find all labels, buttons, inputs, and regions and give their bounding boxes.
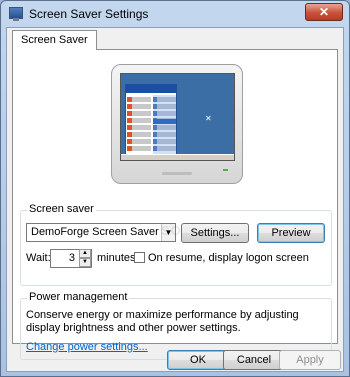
screen-saver-group-label: Screen saver — [27, 203, 96, 215]
apply-button[interactable]: Apply — [279, 350, 341, 370]
wait-label: Wait: — [26, 252, 51, 264]
power-management-group-label: Power management — [27, 291, 130, 303]
wait-stepper[interactable]: ▲ ▼ — [79, 249, 91, 268]
preview-screen: ✕ — [120, 73, 235, 161]
stepper-up-icon[interactable]: ▲ — [79, 249, 91, 258]
ok-button[interactable]: OK — [167, 350, 229, 370]
cancel-button[interactable]: Cancel — [223, 350, 285, 370]
screen-saver-selected-value: DemoForge Screen Saver — [31, 226, 159, 238]
taskbar-thumbnail — [121, 154, 234, 160]
dialog-client-area: Screen Saver ✕ Screen saver DemoForge Sc… — [6, 27, 344, 372]
monitor-preview: ✕ — [111, 64, 243, 184]
tab-screen-saver[interactable]: Screen Saver — [12, 30, 97, 50]
minutes-label: minutes — [97, 252, 136, 264]
screen-saver-group: Screen saver DemoForge Screen Saver ▼ SO… — [20, 203, 332, 286]
display-settings-icon — [9, 7, 23, 21]
screen-saver-settings-window: Screen Saver Settings ✕ Screen Saver ✕ S… — [0, 0, 350, 377]
tab-panel: ✕ Screen saver DemoForge Screen Saver ▼ … — [12, 49, 338, 360]
power-led-icon — [223, 169, 228, 171]
monitor-slot — [162, 172, 192, 175]
desktop-logo-icon: ✕ — [205, 114, 212, 123]
screen-saver-select[interactable]: DemoForge Screen Saver ▼ — [26, 223, 176, 242]
preview-button[interactable]: Preview — [257, 223, 325, 243]
title-bar[interactable]: Screen Saver Settings ✕ — [1, 1, 349, 27]
close-button[interactable]: ✕ — [305, 3, 343, 21]
resume-logon-label[interactable]: On resume, display logon screen — [148, 252, 309, 264]
change-power-settings-link[interactable]: Change power settings... — [26, 341, 148, 353]
settings-button[interactable]: Settings... — [181, 223, 249, 243]
window-title: Screen Saver Settings — [29, 7, 149, 21]
resume-logon-checkbox[interactable] — [134, 252, 145, 263]
start-menu-thumbnail — [125, 84, 177, 158]
power-description: Conserve energy or maximize performance … — [26, 309, 299, 334]
stepper-down-icon[interactable]: ▼ — [79, 258, 91, 267]
